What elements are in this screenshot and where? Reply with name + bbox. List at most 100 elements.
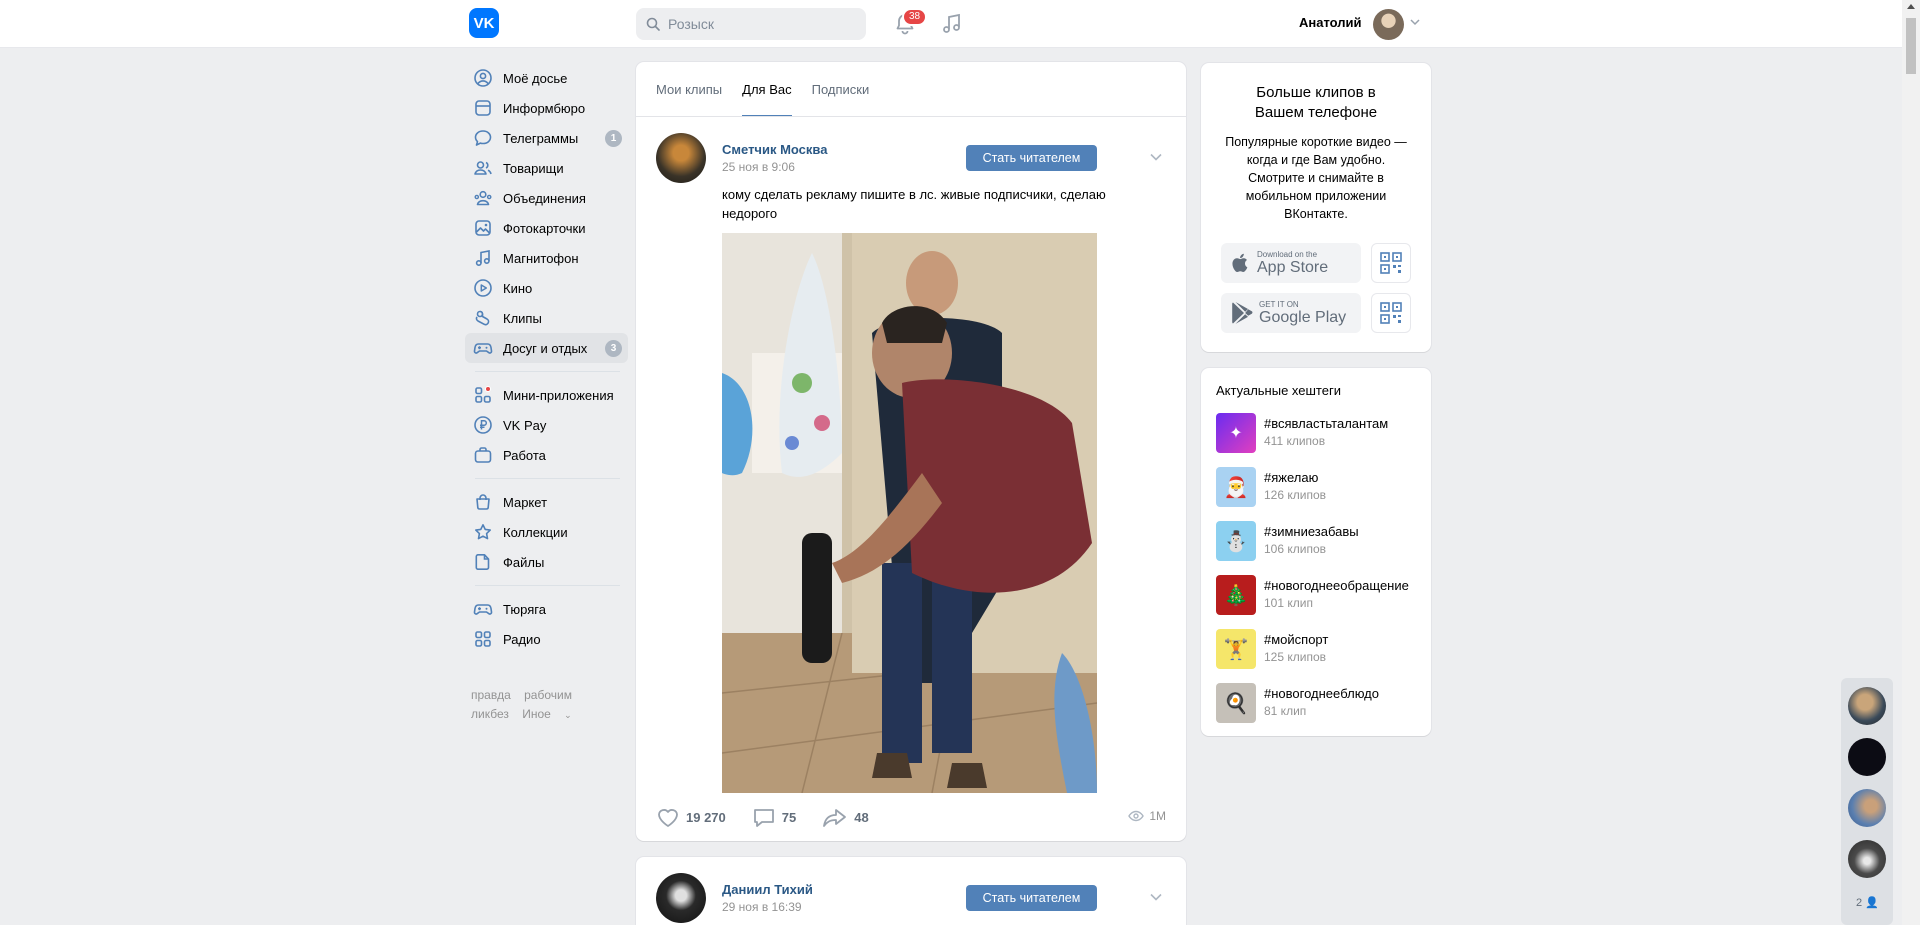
nav-label: Радио xyxy=(503,631,541,647)
footer-link-more[interactable]: Иное ⌄ xyxy=(522,707,582,721)
hashtag-item[interactable]: 🏋 #мойспорт 125 клипов xyxy=(1216,629,1426,669)
nav-divider xyxy=(475,478,620,479)
comment-button[interactable]: 75 xyxy=(752,806,796,828)
notifications-badge: 38 xyxy=(902,8,928,26)
author-avatar[interactable] xyxy=(656,133,706,183)
post-date[interactable]: 25 ноя в 9:06 xyxy=(722,160,795,174)
shopping-bag-icon xyxy=(476,494,490,510)
nav-label: Мини-приложения xyxy=(503,387,614,403)
post-text: кому сделать рекламу пишите в лс. живые … xyxy=(722,187,1106,221)
follow-button[interactable]: Стать читателем xyxy=(966,145,1097,171)
hashtag-count: 126 клипов xyxy=(1264,488,1326,502)
play-circle-icon xyxy=(474,279,492,297)
footer-link-developers[interactable]: рабочим xyxy=(524,688,572,702)
nav-item-mini-apps[interactable]: Мини-приложения xyxy=(465,380,628,410)
hashtag-item[interactable]: 🎄 #новогоднееобращение 101 клип xyxy=(1216,575,1426,615)
app-store-big: App Store xyxy=(1257,259,1329,276)
nav-item-market[interactable]: Маркет xyxy=(465,487,628,517)
nav-item-groups[interactable]: Объединения xyxy=(465,183,628,213)
page-scrollbar[interactable] xyxy=(1902,0,1920,925)
footer-links: правда рабочим ликбез Иное ⌄ xyxy=(471,686,611,725)
nav-item-messages[interactable]: Телеграммы 1 xyxy=(465,123,628,153)
hashtag-thumbnail: 🍳 xyxy=(1216,683,1256,723)
like-button[interactable]: 19 270 xyxy=(656,806,726,828)
snowman-icon: ⛄ xyxy=(1223,530,1249,553)
author-name[interactable]: Даниил Тихий xyxy=(722,882,813,897)
nav-label: Кино xyxy=(503,280,533,296)
dock-avatar[interactable] xyxy=(1848,687,1886,725)
tab-subscriptions[interactable]: Подписки xyxy=(812,62,870,117)
grid-icon xyxy=(475,631,491,647)
nav-label: Работа xyxy=(503,447,546,463)
qr-code-button[interactable] xyxy=(1371,243,1411,283)
user-name[interactable]: Анатолий xyxy=(1299,15,1362,30)
nav-label: VK Pay xyxy=(503,417,547,433)
nav-item-radio[interactable]: Радио xyxy=(465,624,628,654)
dock-more-count[interactable]: 2 👤 xyxy=(1856,896,1879,909)
promo-title: Больше клипов в Вашем телефоне xyxy=(1254,84,1378,121)
music-icon[interactable] xyxy=(940,12,964,36)
photo-icon xyxy=(475,220,491,236)
nav-item-music[interactable]: Магнитофон xyxy=(465,243,628,273)
share-button[interactable]: 48 xyxy=(822,806,869,828)
nav-label: Магнитофон xyxy=(503,250,579,266)
scroll-thumb[interactable] xyxy=(1906,18,1916,74)
nav-item-news[interactable]: Информбюро xyxy=(465,93,628,123)
nav-item-jobs[interactable]: Работа xyxy=(465,440,628,470)
nav-item-clips[interactable]: Клипы xyxy=(465,303,628,333)
nav-item-jail[interactable]: Тюряга xyxy=(465,594,628,624)
briefcase-icon xyxy=(474,447,492,463)
google-play-button[interactable]: GET IT ON Google Play xyxy=(1221,293,1361,333)
ruble-circle-icon xyxy=(474,416,492,434)
user-avatar[interactable] xyxy=(1373,9,1404,40)
nav-item-friends[interactable]: Товарищи xyxy=(465,153,628,183)
promo-text: Популярные короткие видео — когда и где … xyxy=(1225,135,1407,221)
clip-video[interactable] xyxy=(722,233,1097,793)
trending-hashtags: Актуальные хештеги ✦ #всявластьталантам … xyxy=(1201,368,1431,736)
chevron-down-icon[interactable] xyxy=(1150,893,1162,901)
search-input[interactable] xyxy=(668,16,858,32)
hashtag-item[interactable]: ⛄ #зимниезабавы 106 клипов xyxy=(1216,521,1426,561)
tab-for-you[interactable]: Для Вас xyxy=(742,62,793,117)
app-store-button[interactable]: Download on the App Store xyxy=(1221,243,1361,283)
nav-item-games[interactable]: Досуг и отдых 3 xyxy=(465,333,628,363)
google-play-text: GET IT ON Google Play xyxy=(1259,300,1346,326)
hashtag-thumbnail: ✦ xyxy=(1216,413,1256,453)
search-box[interactable] xyxy=(636,8,866,40)
hashtag-name: #новогоднеeблюдо xyxy=(1264,686,1379,701)
follow-button[interactable]: Стать читателем xyxy=(966,885,1097,911)
dock-count-label: 2 xyxy=(1856,897,1863,909)
qr-code-button[interactable] xyxy=(1371,293,1411,333)
nav-item-profile[interactable]: Моё досье xyxy=(465,63,628,93)
chat-dock: 2 👤 xyxy=(1841,678,1893,925)
hashtag-thumbnail: 🎅 xyxy=(1216,467,1256,507)
author-avatar[interactable] xyxy=(656,873,706,923)
notification-dot xyxy=(485,386,491,392)
user-circle-icon xyxy=(474,69,492,87)
count-badge: 3 xyxy=(605,340,622,357)
dock-avatar[interactable] xyxy=(1848,738,1886,776)
hashtag-item[interactable]: 🍳 #новогоднеeблюдо 81 клип xyxy=(1216,683,1426,723)
footer-link-blog[interactable]: правда xyxy=(471,688,511,702)
footer-link-about[interactable]: ликбез xyxy=(471,707,509,721)
chevron-down-icon[interactable] xyxy=(1150,153,1162,161)
hashtag-item[interactable]: ✦ #всявластьталантам 411 клипов xyxy=(1216,413,1426,453)
eye-icon xyxy=(1128,810,1145,822)
nav-item-files[interactable]: Файлы xyxy=(465,547,628,577)
author-name[interactable]: Сметчик Москва xyxy=(722,142,827,157)
tab-my-clips[interactable]: Мои клипы xyxy=(656,62,722,117)
vk-logo[interactable]: VK xyxy=(469,8,499,38)
dock-avatar[interactable] xyxy=(1848,789,1886,827)
star-icon xyxy=(475,524,491,540)
dock-avatar[interactable] xyxy=(1848,840,1886,878)
nav-item-vkpay[interactable]: VK Pay xyxy=(465,410,628,440)
nav-item-photos[interactable]: Фотокарточки xyxy=(465,213,628,243)
chevron-down-icon[interactable] xyxy=(1410,18,1420,26)
hashtag-item[interactable]: 🎅 #яжелаю 126 клипов xyxy=(1216,467,1426,507)
nav-item-bookmarks[interactable]: Коллекции xyxy=(465,517,628,547)
nav-label: Коллекции xyxy=(503,524,568,540)
post-date[interactable]: 29 ноя в 16:39 xyxy=(722,900,802,914)
scroll-up-arrow[interactable] xyxy=(1907,4,1915,9)
gamepad-icon xyxy=(473,343,493,354)
nav-item-video[interactable]: Кино xyxy=(465,273,628,303)
